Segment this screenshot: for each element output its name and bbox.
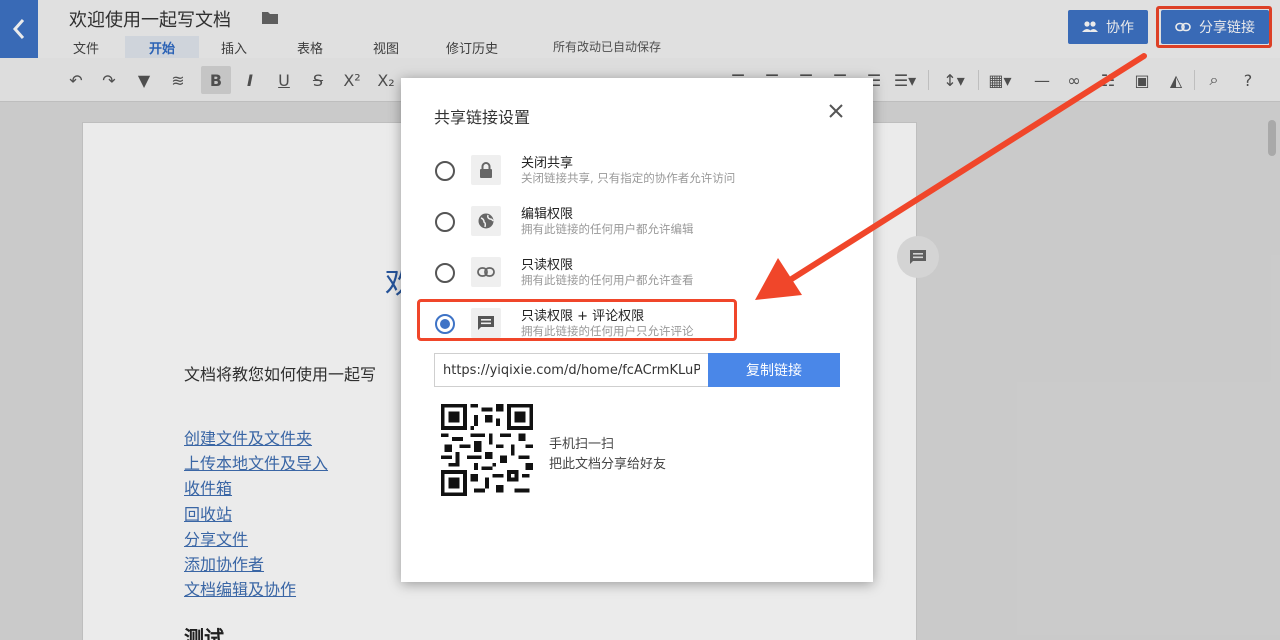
radio-button[interactable] (435, 161, 455, 181)
qr-instruction-detail: 把此文档分享给好友 (549, 457, 667, 472)
dialog-title: 共享链接设置 (434, 108, 531, 127)
option-label: 只读权限 (521, 258, 574, 273)
option-description: 拥有此链接的任何用户都允许编辑 (521, 222, 694, 236)
globe-icon (471, 206, 501, 236)
option-edit-permission[interactable]: 编辑权限 拥有此链接的任何用户都允许编辑 (433, 203, 843, 243)
option-label: 编辑权限 (521, 207, 574, 222)
option-description: 关闭链接共享, 只有指定的协作者允许访问 (521, 171, 736, 185)
link-icon (471, 257, 501, 287)
lock-icon (471, 155, 501, 185)
option-disable-sharing[interactable]: 关闭共享 关闭链接共享, 只有指定的协作者允许访问 (433, 152, 843, 192)
share-link-field[interactable] (434, 353, 709, 387)
close-button[interactable] (825, 100, 847, 122)
option-label: 关闭共享 (521, 156, 574, 171)
option-readonly-permission[interactable]: 只读权限 拥有此链接的任何用户都允许查看 (433, 254, 843, 294)
qr-instruction: 手机扫一扫 (549, 437, 615, 452)
qr-code (441, 404, 533, 496)
radio-button[interactable] (435, 263, 455, 283)
radio-button[interactable] (435, 212, 455, 232)
selected-option-highlight (417, 299, 737, 341)
option-description: 拥有此链接的任何用户都允许查看 (521, 273, 694, 287)
copy-link-button[interactable]: 复制链接 (708, 353, 840, 387)
close-icon (829, 104, 843, 118)
